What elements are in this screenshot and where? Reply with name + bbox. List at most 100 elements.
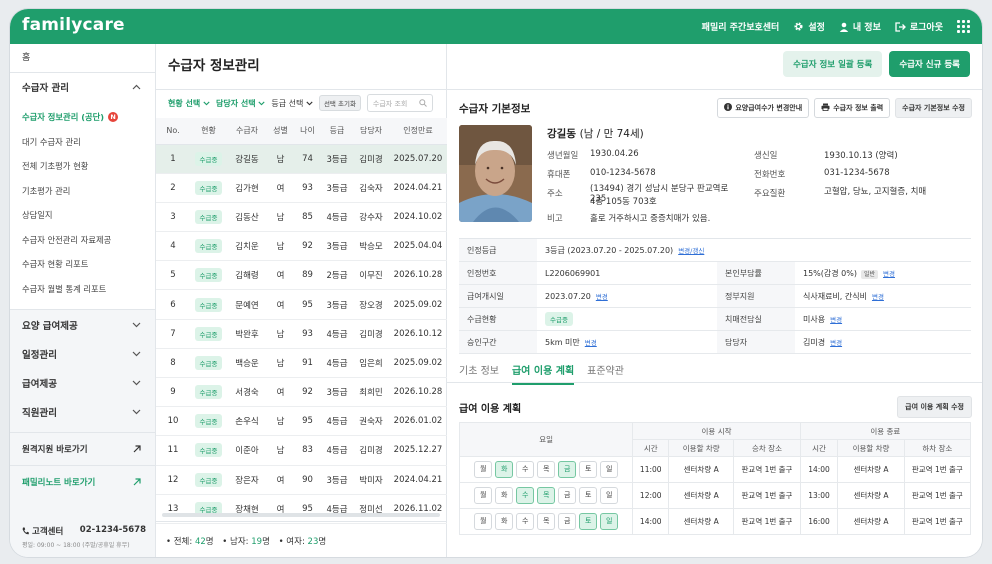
settings-button[interactable]: 설정 bbox=[793, 20, 825, 33]
edit-basic-info-button[interactable]: 수급자 기본정보 수정 bbox=[895, 98, 972, 118]
chevron-down-icon bbox=[132, 322, 141, 327]
status-cell: 수급중 bbox=[190, 348, 227, 379]
table-cell: 2026.01.02 bbox=[389, 406, 447, 437]
table-row[interactable]: 9 수급중 서경숙 여 92 3등급 최희민 2026.10.28 bbox=[156, 377, 447, 408]
table-cell: 3등급 bbox=[321, 289, 353, 320]
start-date-change-link[interactable]: 변경 bbox=[596, 293, 608, 301]
weekday-toggle[interactable]: 화 bbox=[495, 513, 514, 530]
weekday-toggle[interactable]: 일 bbox=[600, 513, 619, 530]
sidebar-item-safety[interactable]: 수급자 안전관리 자료제공 bbox=[10, 228, 155, 253]
sidebar: 홈 수급자 관리 수급자 정보관리 (공단) N 대기 수급자 관리 전체 기초평… bbox=[10, 44, 156, 557]
status-badge: 수급중 bbox=[194, 326, 223, 341]
sidebar-item-schedule[interactable]: 일정관리 bbox=[10, 339, 155, 368]
sidebar-item-consult-log[interactable]: 상담일지 bbox=[10, 203, 155, 228]
sidebar-item-assessment[interactable]: 기초평가 관리 bbox=[10, 179, 155, 204]
table-cell: 4등급 bbox=[321, 494, 353, 524]
arrow-up-right-icon bbox=[133, 478, 141, 486]
table-cell: 권숙자 bbox=[353, 406, 389, 437]
sidebar-group-recipient[interactable]: 수급자 관리 bbox=[10, 73, 155, 101]
weekday-toggle[interactable]: 목 bbox=[537, 513, 556, 530]
sidebar-item-label: 요양 급여제공 bbox=[22, 320, 78, 332]
weekday-toggle[interactable]: 금 bbox=[558, 461, 577, 478]
table-cell: 10 bbox=[156, 406, 190, 437]
table-row[interactable]: 5 수급중 김해령 여 89 2등급 이무진 2026.10.28 bbox=[156, 260, 447, 291]
weekday-toggle[interactable]: 일 bbox=[600, 487, 619, 504]
weekday-toggle[interactable]: 토 bbox=[579, 487, 598, 504]
logo[interactable]: familycare bbox=[22, 15, 125, 35]
reset-filter-button[interactable]: 선택 초기화 bbox=[318, 95, 361, 111]
table-row[interactable]: 8 수급중 백승운 남 91 4등급 임은희 2025.09.02 bbox=[156, 348, 447, 379]
new-register-button[interactable]: 수급자 신규 등록 bbox=[889, 51, 970, 77]
table-cell: 92 bbox=[294, 231, 321, 262]
column-header: 수급자 bbox=[227, 118, 267, 145]
sidebar-item-assessment-status[interactable]: 전체 기초평가 현황 bbox=[10, 154, 155, 179]
table-row[interactable]: 13 수급중 장채현 여 95 4등급 정미선 2026.11.02 bbox=[156, 494, 447, 524]
note-label: 비고 bbox=[547, 214, 563, 224]
sidebar-item-staff[interactable]: 직원관리 bbox=[10, 397, 155, 426]
table-row: 승인구간 5km 미만 변경 담당자 김미경 변경 bbox=[459, 330, 972, 354]
weekday-toggle[interactable]: 월 bbox=[474, 487, 493, 504]
status-badge: 수급중 bbox=[194, 239, 223, 254]
range-change-link[interactable]: 변경 bbox=[585, 339, 597, 347]
table-row[interactable]: 11 수급중 이준아 남 83 4등급 김미경 2025.12.27 bbox=[156, 435, 447, 466]
family-note-link[interactable]: 패밀리노트 바로가기 bbox=[10, 465, 155, 498]
table-row[interactable]: 3 수급중 김동산 남 85 4등급 강수자 2024.10.02 bbox=[156, 202, 447, 233]
weekday-toggle[interactable]: 목 bbox=[537, 487, 556, 504]
grade-filter[interactable]: 등급 선택 bbox=[271, 98, 313, 109]
table-row[interactable]: 1 수급중 강길동 남 74 3등급 김미경 2025.07.20 bbox=[156, 144, 447, 174]
logout-button[interactable]: 로그아웃 bbox=[895, 20, 943, 33]
weekday-toggle[interactable]: 월 bbox=[474, 461, 493, 478]
bulk-register-button[interactable]: 수급자 정보 일괄 등록 bbox=[783, 51, 883, 77]
plan-cell: 센터차량 A bbox=[668, 508, 735, 535]
print-button[interactable]: 수급자 정보 출력 bbox=[814, 98, 891, 118]
dementia-room-change-link[interactable]: 변경 bbox=[830, 316, 842, 324]
weekday-toggle[interactable]: 수 bbox=[516, 513, 535, 530]
app-frame: familycare 패밀리 주간보호센터 설정 내 정보 로그아웃 홈 수급자… bbox=[10, 9, 982, 557]
weekday-toggle[interactable]: 화 bbox=[495, 487, 514, 504]
weekday-toggle[interactable]: 일 bbox=[600, 461, 619, 478]
sidebar-item-recipient-info[interactable]: 수급자 정보관리 (공단) N bbox=[10, 105, 155, 130]
support-change-link[interactable]: 변경 bbox=[872, 293, 884, 301]
table-row[interactable]: 6 수급중 문예연 여 95 3등급 장오경 2025.09.02 bbox=[156, 289, 447, 320]
weekday-toggle[interactable]: 월 bbox=[474, 513, 493, 530]
table-cell: 95 bbox=[294, 289, 321, 320]
weekday-toggle[interactable]: 목 bbox=[537, 461, 556, 478]
copay-change-link[interactable]: 변경 bbox=[883, 270, 895, 278]
table-row[interactable]: 7 수급중 박완후 남 93 4등급 김미경 2026.10.12 bbox=[156, 319, 447, 349]
weekday-toggle[interactable]: 화 bbox=[495, 461, 514, 478]
dementia-room-label: 치매전담실 bbox=[717, 307, 795, 331]
table-cell: 여 bbox=[267, 173, 294, 203]
edit-plan-button[interactable]: 급여 이용 계획 수정 bbox=[897, 396, 972, 418]
status-filter[interactable]: 현황 선택 bbox=[168, 98, 210, 109]
weekday-toggle[interactable]: 토 bbox=[579, 513, 598, 530]
apps-grid-icon[interactable] bbox=[957, 20, 970, 33]
grade-change-link[interactable]: 변경/갱신 bbox=[678, 247, 704, 255]
table-row[interactable]: 10 수급중 손우식 남 95 4등급 권숙자 2026.01.02 bbox=[156, 406, 447, 437]
table-row[interactable]: 2 수급중 김가현 여 93 3등급 김숙자 2024.04.21 bbox=[156, 173, 447, 203]
fee-notice-button[interactable]: 요양급여수가 변경안내 bbox=[717, 98, 810, 118]
sidebar-item-report[interactable]: 수급자 현황 리포트 bbox=[10, 252, 155, 277]
sidebar-item-waiting[interactable]: 대기 수급자 관리 bbox=[10, 130, 155, 155]
sidebar-item-care-service[interactable]: 요양 급여제공 bbox=[10, 310, 155, 339]
table-row[interactable]: 12 수급중 장은자 여 90 3등급 박미자 2024.04.21 bbox=[156, 465, 447, 495]
weekday-toggle[interactable]: 토 bbox=[579, 461, 598, 478]
sidebar-item-home[interactable]: 홈 bbox=[10, 44, 155, 72]
weekday-toggle[interactable]: 수 bbox=[516, 487, 535, 504]
list-summary: • 전체: 42명 • 남자: 19명 • 여자: 23명 bbox=[156, 521, 447, 557]
sidebar-item-monthly-report[interactable]: 수급자 월별 통계 리포트 bbox=[10, 277, 155, 302]
manager-filter[interactable]: 담당자 선택 bbox=[216, 98, 266, 109]
table-row[interactable]: 4 수급중 김치운 남 92 3등급 박승모 2025.04.04 bbox=[156, 231, 447, 262]
search-input[interactable]: 수급자 조회 bbox=[366, 94, 433, 112]
user-icon bbox=[839, 22, 849, 32]
horizontal-scrollbar[interactable] bbox=[162, 513, 440, 517]
disease-label: 주요질환 bbox=[754, 189, 786, 199]
remote-support-link[interactable]: 원격지원 바로가기 bbox=[10, 432, 155, 465]
weekday-toggle[interactable]: 금 bbox=[558, 513, 577, 530]
weekday-toggle[interactable]: 금 bbox=[558, 487, 577, 504]
table-cell: 4등급 bbox=[321, 319, 353, 349]
manager-change-link[interactable]: 변경 bbox=[830, 339, 842, 347]
table-cell: 김숙자 bbox=[353, 173, 389, 203]
weekday-toggle[interactable]: 수 bbox=[516, 461, 535, 478]
my-info-button[interactable]: 내 정보 bbox=[839, 20, 881, 33]
sidebar-item-benefit[interactable]: 급여제공 bbox=[10, 368, 155, 397]
